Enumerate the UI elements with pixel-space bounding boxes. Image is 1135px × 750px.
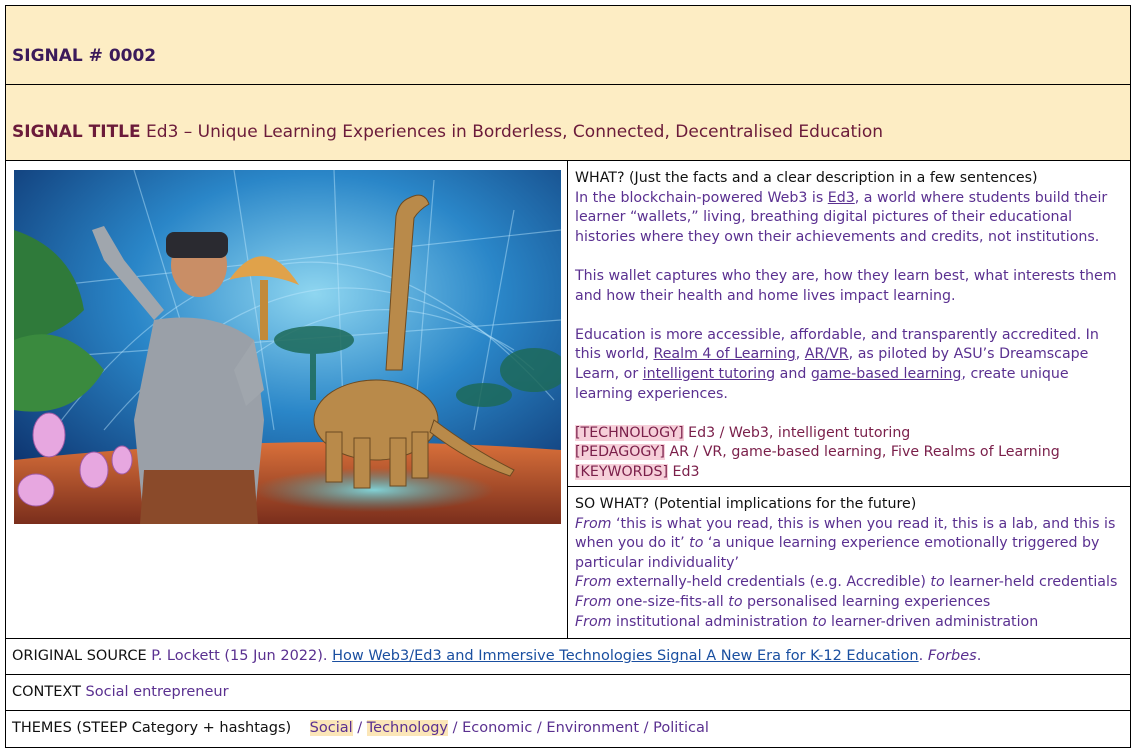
tag-value: Ed3 / Web3, intelligent tutoring	[683, 424, 911, 441]
signal-card: SIGNAL # 0002 SIGNAL TITLE Ed3 – Unique …	[5, 5, 1131, 748]
source-author: P. Lockett (15 Jun 2022).	[146, 648, 333, 664]
signal-number: SIGNAL # 0002	[12, 46, 157, 66]
main-content-row: WHAT? (Just the facts and a clear descri…	[6, 161, 1130, 639]
theme-economic: Economic	[462, 720, 533, 736]
tag-name: KEYWORDS	[580, 463, 663, 480]
original-source-row: ORIGINAL SOURCE P. Lockett (15 Jun 2022)…	[6, 639, 1130, 675]
signal-number-row: SIGNAL # 0002	[6, 6, 1130, 85]
tag-technology: [TECHNOLOGY] Ed3 / Web3, intelligent tut…	[575, 424, 911, 441]
tag-name: TECHNOLOGY	[580, 424, 679, 441]
realm-4-link[interactable]: Realm 4 of Learning	[653, 346, 795, 362]
theme-technology: Technology	[366, 720, 448, 736]
what-section: WHAT? (Just the facts and a clear descri…	[568, 161, 1130, 487]
tag-pedagogy: [PEDAGOGY] AR / VR, game-based learning,…	[575, 444, 1060, 461]
so-what-heading: SO WHAT? (Potential implications for the…	[575, 496, 917, 512]
right-column: WHAT? (Just the facts and a clear descri…	[568, 161, 1130, 638]
image-cell	[6, 161, 568, 638]
source-article-link[interactable]: How Web3/Ed3 and Immersive Technologies …	[332, 648, 918, 664]
source-label: ORIGINAL SOURCE	[12, 648, 147, 664]
implication-line: From ‘this is what you read, this is whe…	[575, 515, 1116, 571]
ar-vr-link[interactable]: AR/VR	[805, 346, 849, 362]
intelligent-tutoring-link[interactable]: intelligent tutoring	[643, 366, 775, 382]
what-heading: WHAT? (Just the facts and a clear descri…	[575, 170, 1038, 186]
signal-title-value: Ed3 – Unique Learning Experiences in Bor…	[146, 122, 884, 142]
ed3-link[interactable]: Ed3	[828, 190, 855, 206]
what-paragraph-1: In the blockchain-powered Web3 is Ed3, a…	[575, 189, 1122, 248]
tag-value: Ed3	[668, 463, 700, 480]
implication-line: From one-size-fits-all to personalised l…	[575, 593, 991, 610]
themes-row: THEMES (STEEP Category + hashtags) Socia…	[12, 720, 709, 736]
vr-dinosaur-illustration	[14, 170, 561, 524]
what-paragraph-3: Education is more accessible, affordable…	[575, 326, 1122, 404]
theme-environment: Environment	[546, 720, 640, 736]
implication-line: From externally-held credentials (e.g. A…	[575, 574, 1118, 591]
tag-keywords: [KEYWORDS] Ed3	[575, 463, 700, 480]
implication-line: From institutional administration to lea…	[575, 613, 1039, 630]
what-p3-sep: ,	[795, 346, 805, 363]
context-row: CONTEXT Social entrepreneur	[6, 675, 1130, 711]
theme-political: Political	[653, 720, 709, 736]
tag-value: AR / VR, game-based learning, Five Realm…	[664, 444, 1060, 461]
tag-name: PEDAGOGY	[580, 444, 660, 461]
context-label: CONTEXT	[12, 684, 81, 700]
what-paragraph-2: This wallet captures who they are, how t…	[575, 267, 1117, 304]
themes-label: THEMES (STEEP Category + hashtags)	[12, 720, 292, 736]
signal-title-label: SIGNAL TITLE	[12, 122, 141, 142]
what-p3-and: and	[775, 365, 811, 382]
theme-social: Social	[309, 720, 353, 736]
source-publication: Forbes	[927, 648, 977, 664]
signal-title-row: SIGNAL TITLE Ed3 – Unique Learning Exper…	[6, 85, 1130, 161]
what-p1-text: In the blockchain-powered Web3 is	[575, 189, 828, 206]
context-value: Social entrepreneur	[80, 684, 229, 700]
signal-title: SIGNAL TITLE Ed3 – Unique Learning Exper…	[12, 122, 883, 142]
so-what-section: SO WHAT? (Potential implications for the…	[568, 487, 1130, 638]
game-based-learning-link[interactable]: game-based learning	[811, 366, 962, 382]
